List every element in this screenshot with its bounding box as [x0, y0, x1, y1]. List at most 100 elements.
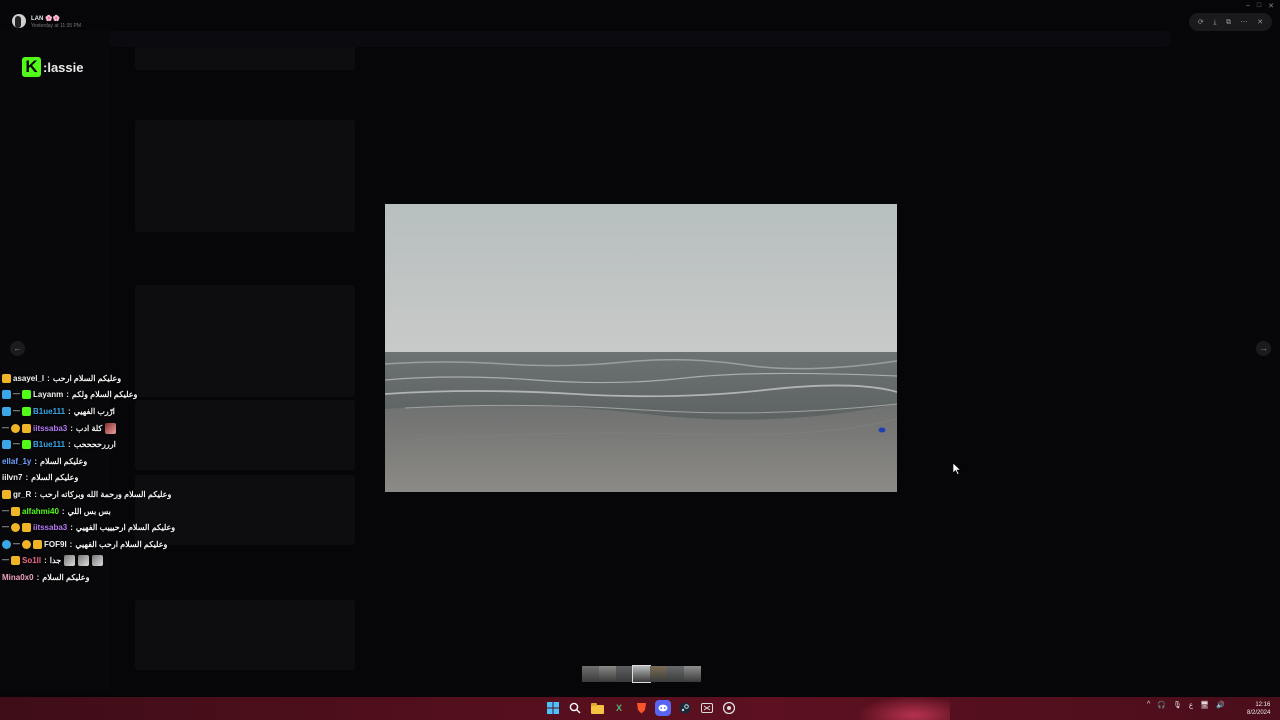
- chat-message-text: وعليكم السلام ولكم: [71, 390, 138, 400]
- thumbnail-item[interactable]: [650, 666, 667, 682]
- taskbar-wallpaper-bloom: [860, 697, 950, 720]
- tray-overflow-icon[interactable]: ^: [1147, 701, 1150, 709]
- windows-start-icon[interactable]: [545, 700, 561, 716]
- steam-icon[interactable]: [677, 700, 693, 716]
- viewed-image-beach[interactable]: [385, 204, 897, 492]
- green-badge-icon: [22, 390, 31, 400]
- brave-browser-icon[interactable]: [633, 700, 649, 716]
- keyboard-language-icon[interactable]: ع: [1189, 701, 1193, 709]
- image-viewer-toolbar: ⟳ ⤓ ⧉ ⋯ ✕: [1189, 13, 1272, 31]
- gold-badge-icon: [2, 373, 11, 383]
- chat-message-text: جدا: [49, 556, 62, 566]
- previous-image-button[interactable]: ←: [10, 341, 25, 356]
- badge-divider: —: [13, 540, 20, 548]
- chat-username[interactable]: iitssaba3: [33, 523, 67, 532]
- chat-username[interactable]: So1ll: [22, 556, 41, 565]
- chat-message: ellaf_1y: وعليكم السلام: [2, 453, 232, 470]
- taskbar-clock[interactable]: 12:16 8/2/2024: [1247, 701, 1270, 717]
- background-sidebar: [0, 30, 110, 690]
- rotate-icon[interactable]: ⟳: [1198, 19, 1204, 26]
- chat-username[interactable]: Mina0x0: [2, 573, 34, 582]
- chrome-icon[interactable]: [721, 700, 737, 716]
- background-panel: [135, 120, 355, 232]
- thumbnail-item[interactable]: [599, 666, 616, 682]
- chat-message-text: وعليكم السلام: [31, 473, 79, 483]
- headphones-icon[interactable]: 🎧: [1157, 701, 1166, 709]
- download-icon[interactable]: ⤓: [1213, 19, 1216, 26]
- close-viewer-button[interactable]: ✕: [1257, 19, 1263, 26]
- chat-emote-icon: [105, 422, 117, 434]
- background-panel: [135, 45, 355, 70]
- gold-badge-icon: [22, 539, 31, 549]
- chat-message: — iitssaba3: كلة ادب: [2, 420, 232, 437]
- file-explorer-icon[interactable]: [589, 700, 605, 716]
- green-badge-icon: [22, 440, 31, 450]
- badge-divider: —: [13, 391, 20, 399]
- volume-icon[interactable]: 🔊: [1216, 701, 1225, 709]
- more-icon[interactable]: ⋯: [1241, 19, 1248, 26]
- stream-chat-overlay: asayel_l: وعليكم السلام ارحب — Layanm: وعليك…: [2, 370, 232, 586]
- chat-username[interactable]: FOF9I: [44, 540, 67, 549]
- chat-message: Mina0x0: وعليكم السلام: [2, 569, 232, 586]
- message-timestamp: Yesterday at 11:35 PM: [31, 23, 82, 29]
- next-image-button[interactable]: →: [1256, 341, 1271, 356]
- thumbnail-item[interactable]: [582, 666, 599, 682]
- chat-message: asayel_l: وعليكم السلام ارحب: [2, 370, 232, 387]
- chat-emote-icon: [78, 555, 90, 567]
- chat-emote-icon: [92, 555, 104, 567]
- chat-separator: :: [36, 572, 40, 582]
- chat-message-text: وعليكم السلام ارحب الفهيي: [75, 539, 168, 549]
- gold-badge-icon: [22, 423, 31, 433]
- chat-message: — B1ue111: ارررححححب: [2, 436, 232, 453]
- blue-badge-icon: [2, 539, 11, 549]
- maximize-button[interactable]: □: [1257, 2, 1261, 10]
- background-panel: [135, 600, 355, 670]
- network-icon[interactable]: 🖥: [1200, 701, 1209, 709]
- gold-badge-icon: [11, 423, 20, 433]
- chat-username[interactable]: iitssaba3: [33, 424, 67, 433]
- minimize-button[interactable]: –: [1246, 2, 1250, 10]
- gold-badge-icon: [11, 556, 20, 566]
- avatar[interactable]: [12, 14, 26, 28]
- gold-badge-icon: [11, 523, 20, 533]
- user-name[interactable]: LAN 🌸🌸: [31, 15, 60, 22]
- blue-badge-icon: [2, 390, 11, 400]
- chat-username[interactable]: iilvn7: [2, 473, 22, 482]
- badge-divider: —: [2, 424, 9, 432]
- search-icon[interactable]: [567, 700, 583, 716]
- chat-username[interactable]: Layanm: [33, 390, 63, 399]
- chat-username[interactable]: B1ue111: [33, 440, 65, 449]
- logo-text: :lassie: [43, 59, 84, 75]
- thumbnail-item[interactable]: [684, 666, 701, 682]
- open-external-icon[interactable]: ⧉: [1226, 19, 1231, 26]
- badge-divider: —: [13, 407, 20, 415]
- chat-username[interactable]: B1ue111: [33, 407, 65, 416]
- chat-message: — So1ll: جدا: [2, 553, 232, 570]
- discord-icon[interactable]: [655, 700, 671, 716]
- close-window-button[interactable]: ✕: [1268, 2, 1274, 10]
- green-badge-icon: [22, 406, 31, 416]
- chat-separator: :: [70, 523, 73, 533]
- chat-message-text: ارررححححب: [73, 440, 116, 450]
- gold-badge-icon: [11, 506, 20, 516]
- chat-message-text: بس بس اللي: [67, 506, 111, 516]
- chat-separator: :: [44, 556, 47, 566]
- thumbnail-item[interactable]: [632, 665, 651, 683]
- chat-message-text: وعليكم السلام ارحيييب الفهيي: [75, 523, 176, 533]
- chat-separator: :: [66, 390, 69, 400]
- blue-badge-icon: [2, 440, 11, 450]
- top-bar: LAN 🌸🌸 Yesterday at 11:35 PM – □ ✕ ⟳ ⤓ ⧉…: [0, 0, 1280, 34]
- badge-divider: —: [2, 507, 9, 515]
- thumbnail-item[interactable]: [667, 666, 684, 682]
- chat-message: — Layanm: وعليكم السلام ولكم: [2, 387, 232, 404]
- chat-username[interactable]: gr_R: [13, 490, 31, 499]
- chat-username[interactable]: alfahmi40: [22, 507, 59, 516]
- xbox-icon[interactable]: [699, 700, 715, 716]
- chat-username[interactable]: ellaf_1y: [2, 457, 31, 466]
- chat-message: — FOF9I: وعليكم السلام ارحب الفهيي: [2, 536, 232, 553]
- excel-icon[interactable]: X: [611, 700, 627, 716]
- thumbnail-item[interactable]: [616, 666, 633, 682]
- chat-username[interactable]: asayel_l: [13, 374, 44, 383]
- chat-separator: :: [34, 489, 37, 499]
- microphone-icon[interactable]: 🎙: [1173, 701, 1182, 709]
